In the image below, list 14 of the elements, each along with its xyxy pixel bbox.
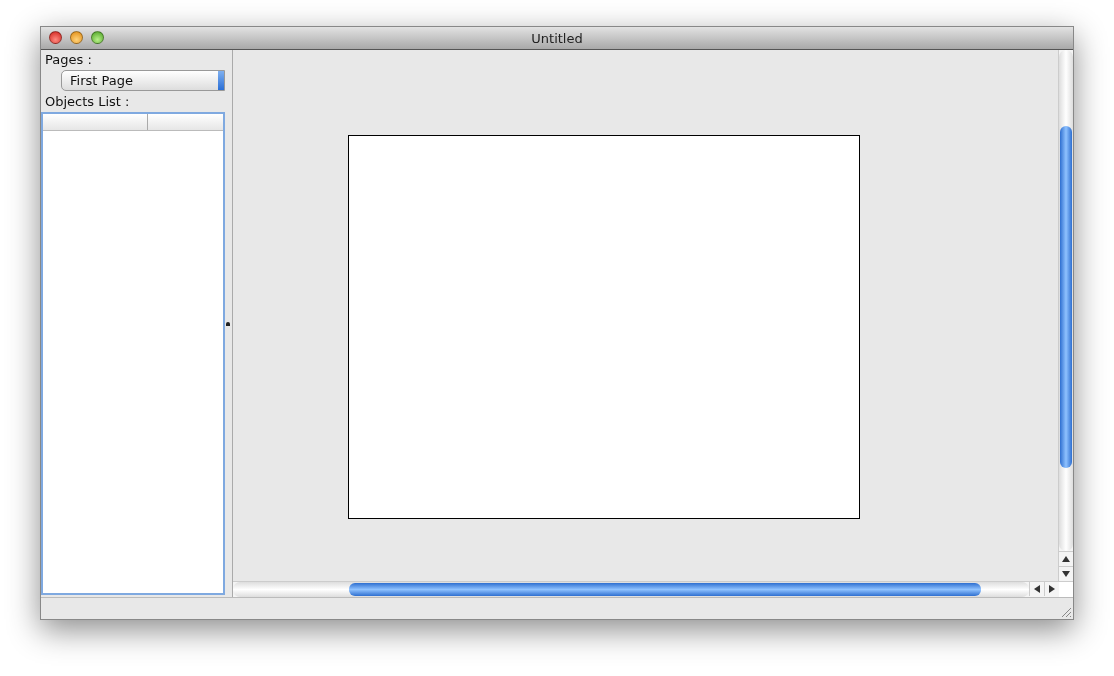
splitter-grip-icon[interactable]	[226, 321, 230, 326]
zoom-icon[interactable]	[91, 31, 104, 44]
minimize-icon[interactable]	[70, 31, 83, 44]
horizontal-scrollbar[interactable]	[233, 581, 1073, 597]
scroll-thumb[interactable]	[1060, 126, 1072, 468]
scroll-corner	[1059, 582, 1073, 597]
objects-list-label: Objects List :	[44, 94, 131, 110]
vertical-scrollbar[interactable]	[1058, 50, 1073, 581]
scroll-thumb[interactable]	[349, 583, 981, 596]
close-icon[interactable]	[49, 31, 62, 44]
pages-label: Pages :	[44, 52, 93, 68]
resize-grip-icon[interactable]	[1060, 606, 1072, 618]
pages-dropdown[interactable]: First Page	[61, 70, 225, 91]
window-title: Untitled	[531, 30, 583, 46]
